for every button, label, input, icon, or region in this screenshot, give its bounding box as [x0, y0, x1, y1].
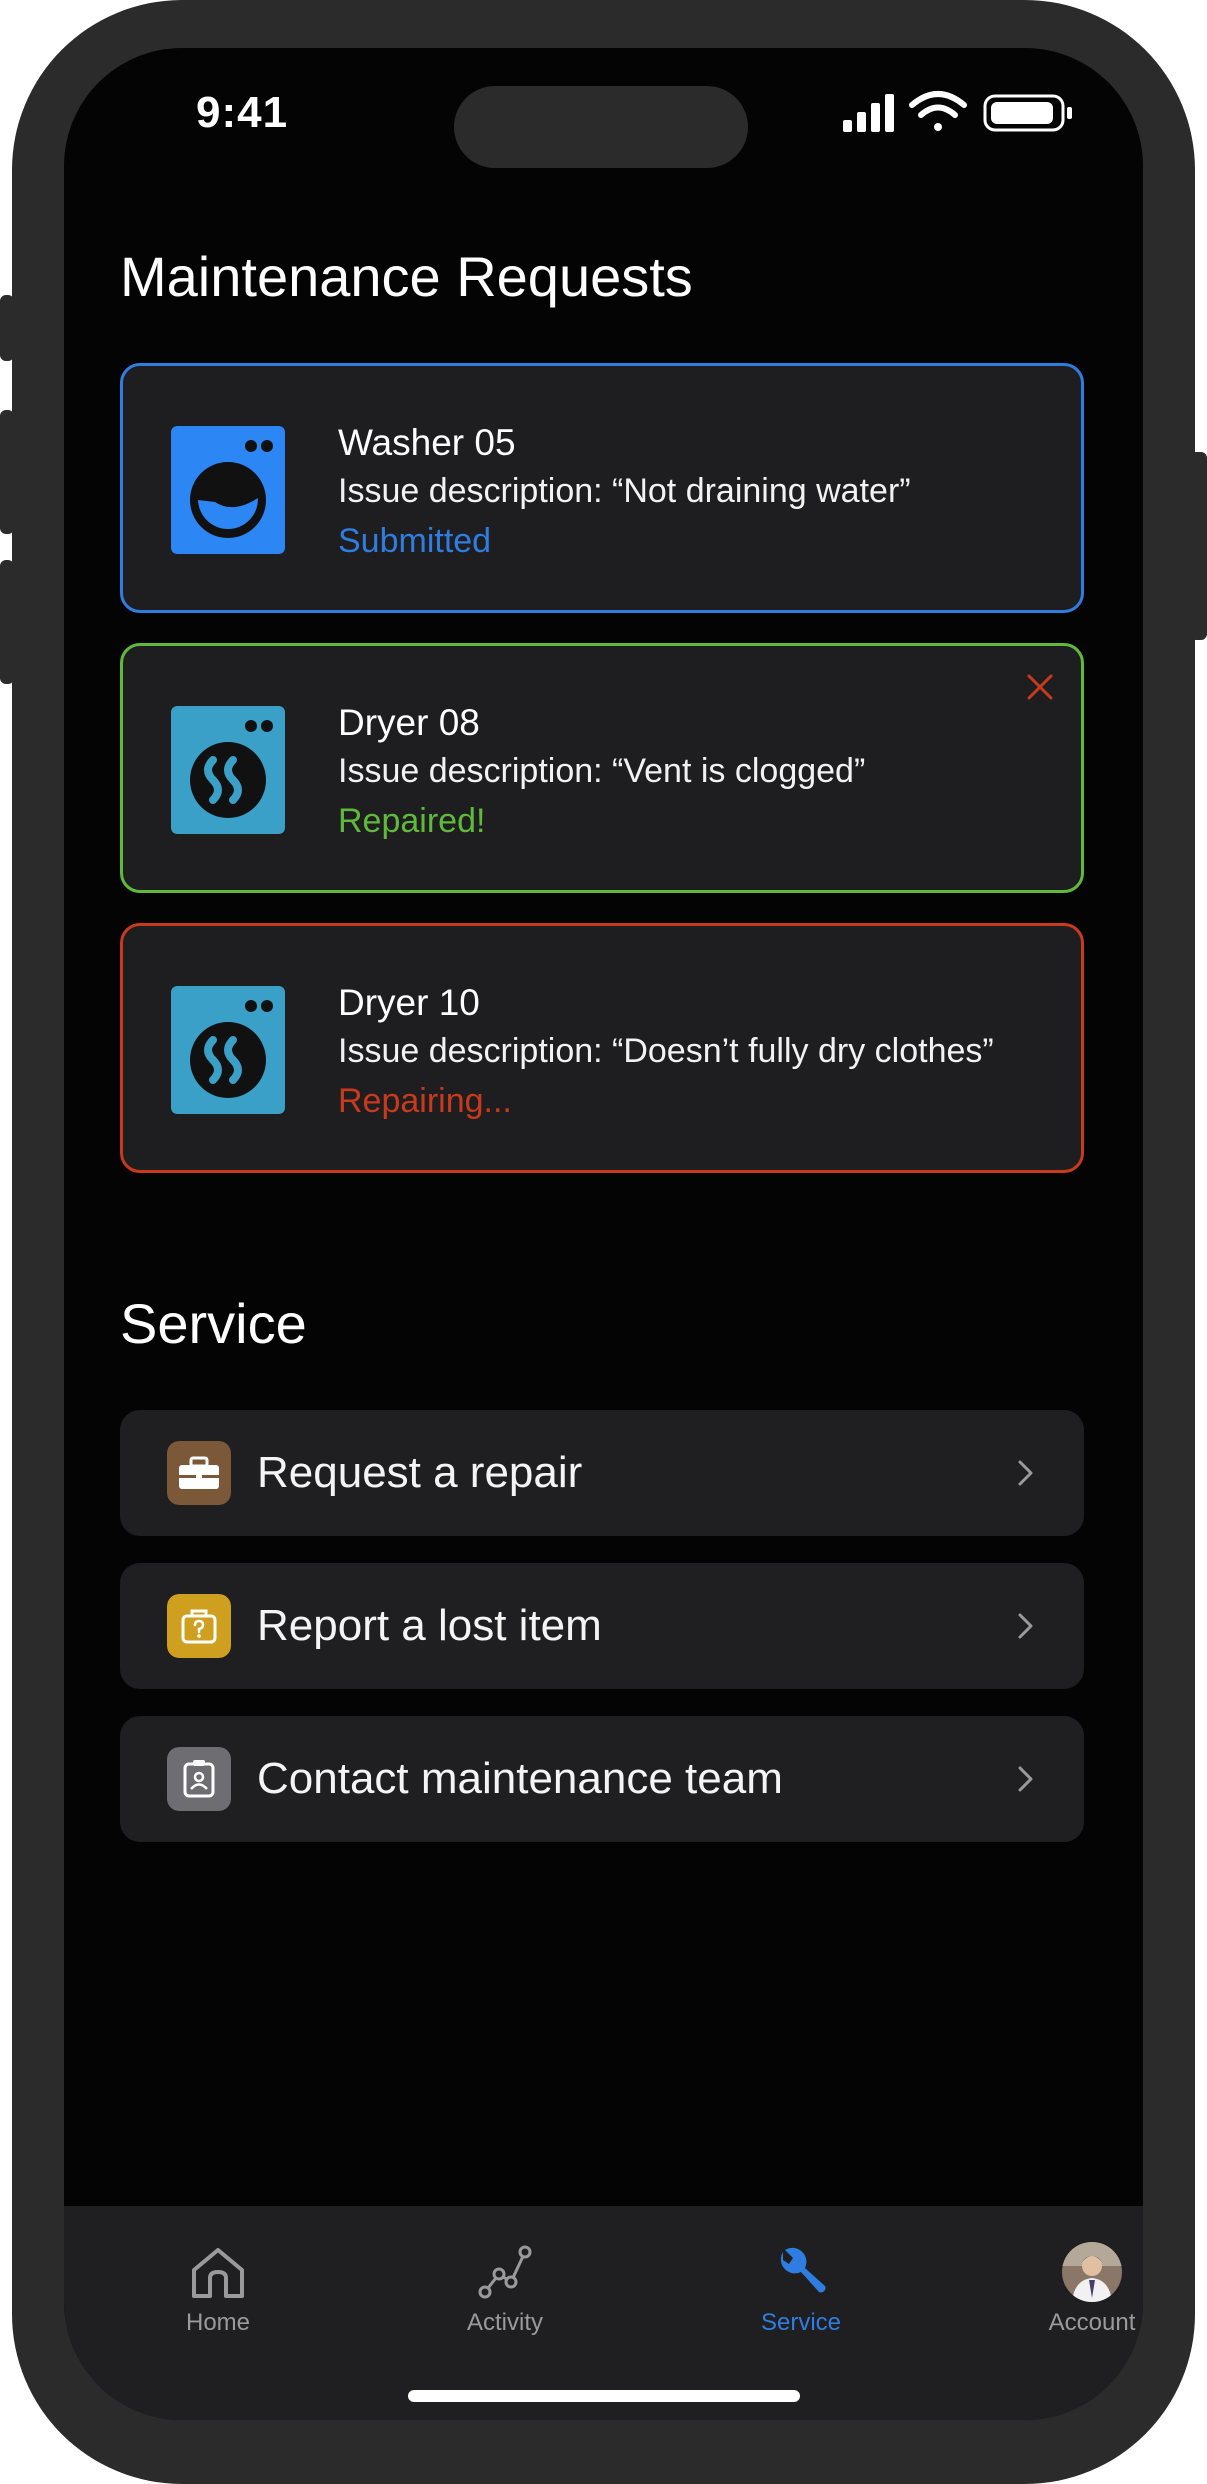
request-name: Dryer 10	[338, 982, 480, 1023]
service-item-contact-team[interactable]: Contact maintenance team	[120, 1716, 1084, 1842]
close-icon[interactable]	[1025, 672, 1055, 702]
tab-label: Service	[760, 2309, 842, 2336]
wrench-icon	[780, 2247, 826, 2293]
request-card-washer-05[interactable]: Washer 05 Issue description: “Not draini…	[120, 363, 1084, 613]
service-item-report-lost[interactable]: Report a lost item	[120, 1563, 1084, 1689]
tab-label: Account	[1048, 2309, 1136, 2336]
request-card-dryer-10[interactable]: Dryer 10 Issue description: “Doesn’t ful…	[120, 923, 1084, 1173]
dynamic-island	[454, 86, 748, 168]
washer-icon	[171, 426, 285, 554]
home-indicator[interactable]	[408, 2390, 800, 2402]
tab-account[interactable]: Account	[992, 2206, 1143, 2356]
toolbox-icon	[167, 1441, 231, 1505]
status-icons	[843, 91, 1072, 132]
chevron-right-icon	[1018, 1766, 1033, 1792]
tab-label: Home	[185, 2309, 251, 2336]
request-card-dryer-08[interactable]: Dryer 08 Issue description: “Vent is clo…	[120, 643, 1084, 893]
wifi-icon	[909, 91, 967, 131]
service-title: Service	[120, 1292, 307, 1355]
dryer-icon	[171, 706, 285, 834]
avatar-icon	[1062, 2242, 1122, 2302]
status-time: 9:41	[196, 88, 289, 137]
request-description: Issue description: “Vent is clogged”	[338, 752, 866, 790]
lost-bag-icon	[167, 1594, 231, 1658]
phone-screen: 9:41 Maintenance Requests Washer 05 Issu…	[64, 48, 1143, 2420]
request-status: Submitted	[338, 522, 492, 560]
maintenance-title: Maintenance Requests	[120, 245, 693, 308]
request-name: Washer 05	[338, 422, 516, 463]
signal-icon	[843, 94, 894, 132]
request-description: Issue description: “Not draining water”	[338, 472, 911, 510]
dryer-icon	[171, 986, 285, 1114]
tab-bar: Home Activity Service Account	[64, 2206, 1143, 2420]
tab-service[interactable]: Service	[701, 2206, 901, 2356]
service-item-label: Contact maintenance team	[257, 1754, 783, 1803]
battery-icon	[983, 94, 1072, 132]
chevron-right-icon	[1018, 1460, 1033, 1486]
chevron-right-icon	[1018, 1613, 1033, 1639]
service-item-label: Report a lost item	[257, 1601, 602, 1650]
request-description: Issue description: “Doesn’t fully dry cl…	[338, 1032, 994, 1070]
service-item-label: Request a repair	[257, 1448, 583, 1497]
activity-icon	[478, 2245, 532, 2299]
home-icon	[192, 2248, 244, 2298]
tab-label: Activity	[466, 2309, 543, 2336]
request-status: Repaired!	[338, 802, 486, 840]
contact-badge-icon	[167, 1747, 231, 1811]
service-item-request-repair[interactable]: Request a repair	[120, 1410, 1084, 1536]
request-name: Dryer 08	[338, 702, 480, 743]
tab-activity[interactable]: Activity	[405, 2206, 605, 2356]
tab-home[interactable]: Home	[118, 2206, 318, 2356]
request-status: Repairing...	[338, 1082, 512, 1120]
